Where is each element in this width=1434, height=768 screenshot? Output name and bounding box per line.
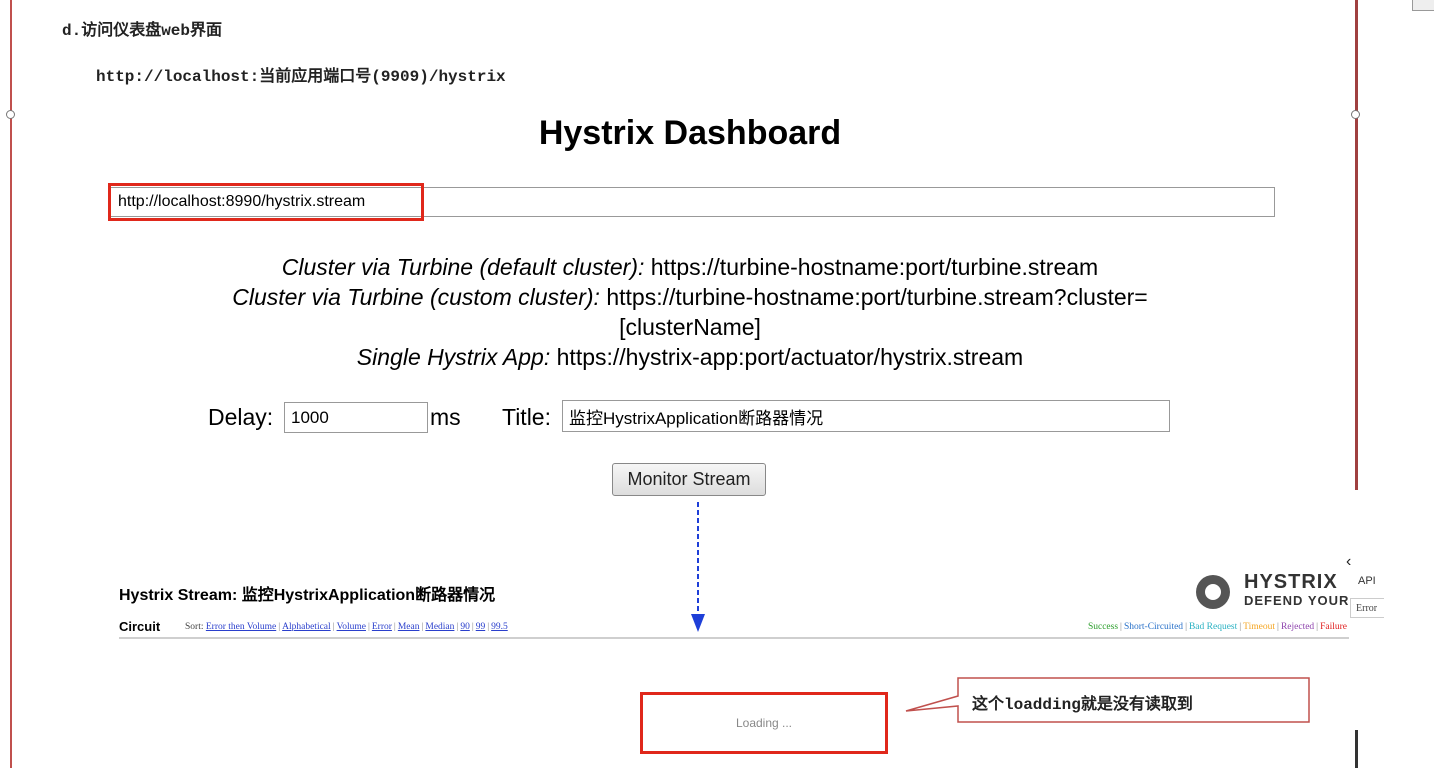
loading-indicator: Loading ... bbox=[735, 716, 793, 730]
legend-timeout: Timeout bbox=[1243, 622, 1276, 632]
hystrix-logo: HYSTRIX DEFEND YOUR APP bbox=[1196, 571, 1354, 611]
title-label: Title: bbox=[502, 404, 551, 430]
api-text: API bbox=[1358, 575, 1376, 587]
hystrix-mascot-icon bbox=[1196, 575, 1230, 609]
sort-error-then-volume[interactable]: Error then Volume bbox=[206, 622, 276, 632]
circuit-header-row: Circuit Sort: Error then Volume | Alphabet… bbox=[119, 619, 1349, 639]
sort-mean[interactable]: Mean bbox=[398, 622, 420, 632]
circuit-label: Circuit bbox=[119, 619, 161, 634]
stream-examples: Cluster via Turbine (default cluster): h… bbox=[150, 252, 1230, 372]
sort-90[interactable]: 90 bbox=[460, 622, 470, 632]
annotation-callout-text: 这个loadding就是没有读取到 bbox=[972, 696, 1193, 714]
logo-wordmark: HYSTRIX bbox=[1244, 571, 1338, 593]
status-legend: Success | Short-Circuited | Bad Request | Time… bbox=[1087, 622, 1347, 632]
example-label: Cluster via Turbine (custom cluster): bbox=[232, 284, 600, 310]
doc-url-hint: http://localhost:当前应用端口号(9909)/hystrix bbox=[96, 68, 506, 86]
error-column-header: Error bbox=[1350, 598, 1384, 618]
corner-button[interactable] bbox=[1412, 0, 1434, 11]
legend-failure: Failure bbox=[1320, 622, 1347, 632]
sort-median[interactable]: Median bbox=[425, 622, 454, 632]
title-input[interactable] bbox=[562, 400, 1170, 432]
logo-tagline: DEFEND YOUR APP bbox=[1244, 593, 1354, 608]
example-label: Single Hystrix App: bbox=[356, 344, 551, 370]
sort-alphabetical[interactable]: Alphabetical bbox=[282, 622, 331, 632]
monitor-stream-button[interactable]: Monitor Stream bbox=[612, 463, 766, 496]
example-default-cluster: Cluster via Turbine (default cluster): h… bbox=[150, 252, 1230, 282]
example-value: https://turbine-hostname:port/turbine.st… bbox=[606, 284, 1148, 340]
chevron-left-icon[interactable]: ‹ bbox=[1346, 553, 1351, 571]
sort-volume[interactable]: Volume bbox=[337, 622, 366, 632]
annotation-arrow-down bbox=[691, 502, 705, 632]
example-single-app: Single Hystrix App: https://hystrix-app:… bbox=[150, 342, 1230, 372]
doc-heading: d.访问仪表盘web界面 bbox=[62, 22, 223, 40]
stream-url-input[interactable] bbox=[109, 187, 1275, 217]
example-value: https://turbine-hostname:port/turbine.st… bbox=[650, 254, 1099, 280]
legend-success: Success bbox=[1087, 622, 1119, 632]
legend-short-circuited: Short-Circuited bbox=[1123, 622, 1184, 632]
legend-bad-request: Bad Request bbox=[1188, 622, 1238, 632]
example-label: Cluster via Turbine (default cluster): bbox=[281, 254, 645, 280]
legend-rejected: Rejected bbox=[1280, 622, 1315, 632]
sort-99[interactable]: 99 bbox=[476, 622, 486, 632]
sort-options: Sort: Error then Volume | Alphabetical | Vol… bbox=[185, 622, 508, 632]
sort-99-5[interactable]: 99.5 bbox=[491, 622, 508, 632]
delay-input[interactable] bbox=[284, 402, 428, 433]
ms-label: ms bbox=[430, 404, 461, 430]
document-frame-right-lower bbox=[1355, 730, 1358, 768]
delay-label: Delay: bbox=[208, 404, 274, 430]
dashboard-title: Hystrix Dashboard bbox=[538, 114, 842, 152]
stream-title: Hystrix Stream: 监控HystrixApplication断路器情… bbox=[119, 587, 496, 604]
sort-error[interactable]: Error bbox=[372, 622, 392, 632]
sort-label: Sort: bbox=[185, 622, 204, 632]
example-value: https://hystrix-app:port/actuator/hystri… bbox=[556, 344, 1024, 370]
example-custom-cluster: Cluster via Turbine (custom cluster): ht… bbox=[150, 282, 1230, 342]
